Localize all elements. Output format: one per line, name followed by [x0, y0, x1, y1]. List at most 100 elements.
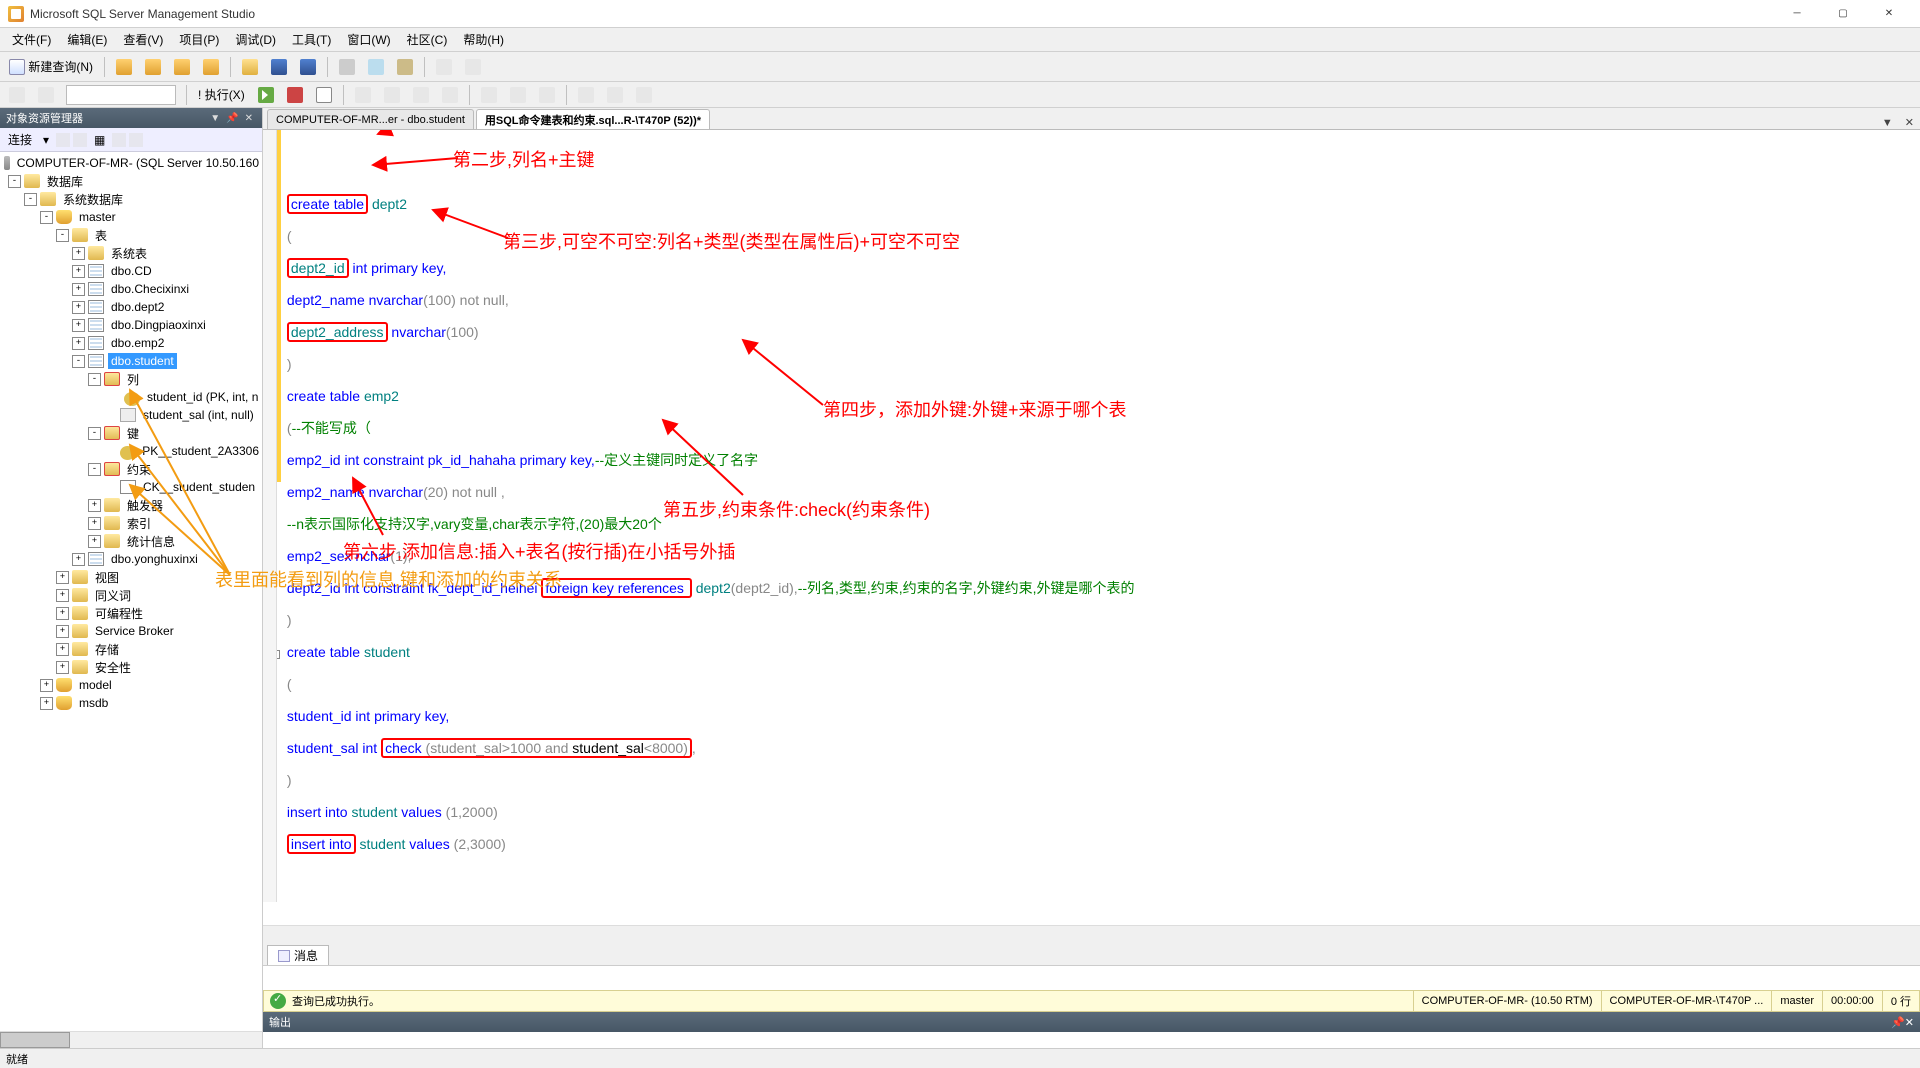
oe-tb-2[interactable]	[73, 133, 87, 147]
menu-help[interactable]: 帮助(H)	[455, 28, 512, 51]
tree-storage[interactable]: +存储	[0, 640, 262, 658]
tree-indexes[interactable]: +索引	[0, 514, 262, 532]
status-time: 00:00:00	[1822, 991, 1882, 1011]
tb2-j[interactable]	[631, 84, 657, 106]
oe-tb-5[interactable]	[129, 133, 143, 147]
connect-button[interactable]: 连接	[4, 129, 36, 150]
tree-checixinxi[interactable]: +dbo.Checixinxi	[0, 280, 262, 298]
tree-master[interactable]: -master	[0, 208, 262, 226]
tabbar-dropdown-icon[interactable]: ▼	[1876, 117, 1899, 129]
tree-cd[interactable]: +dbo.CD	[0, 262, 262, 280]
execute-button[interactable]: ! 执行(X)	[193, 84, 250, 106]
tree-server[interactable]: COMPUTER-OF-MR- (SQL Server 10.50.160	[0, 154, 262, 172]
output-close-icon[interactable]: ✕	[1905, 1016, 1914, 1029]
tree-security[interactable]: +安全性	[0, 658, 262, 676]
tree-systables[interactable]: +系统表	[0, 244, 262, 262]
tree-keys[interactable]: -键	[0, 424, 262, 442]
stop-button[interactable]	[282, 84, 308, 106]
oe-pin-icon[interactable]: 📌	[223, 113, 241, 124]
menu-community[interactable]: 社区(C)	[399, 28, 456, 51]
tb2-a[interactable]	[350, 84, 376, 106]
oe-toolbar: 连接▾ ▦	[0, 128, 262, 152]
menu-window[interactable]: 窗口(W)	[339, 28, 398, 51]
tree-student-sal[interactable]: student_sal (int, null)	[0, 406, 262, 424]
tb-btn-3[interactable]	[169, 56, 195, 78]
debug-button[interactable]	[253, 84, 279, 106]
menu-tools[interactable]: 工具(T)	[284, 28, 339, 51]
tree-dept2[interactable]: +dbo.dept2	[0, 298, 262, 316]
tb-save-button[interactable]	[266, 56, 292, 78]
tb-copy-button[interactable]	[363, 56, 389, 78]
tb2-f[interactable]	[505, 84, 531, 106]
tb2-i[interactable]	[602, 84, 628, 106]
tb-btn-1[interactable]	[111, 56, 137, 78]
tree-model[interactable]: +model	[0, 676, 262, 694]
db-combo[interactable]	[66, 85, 176, 105]
oe-close-icon[interactable]: ✕	[242, 113, 256, 124]
tree-student-id[interactable]: student_id (PK, int, n	[0, 388, 262, 406]
tb2-dim1[interactable]	[4, 84, 30, 106]
tb2-dim2[interactable]	[33, 84, 59, 106]
execute-label: 执行(X)	[205, 86, 245, 103]
tree-student[interactable]: -dbo.student	[0, 352, 262, 370]
tree-sysdb[interactable]: -系统数据库	[0, 190, 262, 208]
tb2-d[interactable]	[437, 84, 463, 106]
parse-button[interactable]	[311, 84, 337, 106]
tree-msdb[interactable]: +msdb	[0, 694, 262, 712]
tree-dingpiao[interactable]: +dbo.Dingpiaoxinxi	[0, 316, 262, 334]
menu-file[interactable]: 文件(F)	[4, 28, 59, 51]
tb2-c[interactable]	[408, 84, 434, 106]
tree-constraints[interactable]: -约束	[0, 460, 262, 478]
tree-views[interactable]: +视图	[0, 568, 262, 586]
tb-btn-2[interactable]	[140, 56, 166, 78]
tree-synonyms[interactable]: +同义词	[0, 586, 262, 604]
tb-cut-button[interactable]	[334, 56, 360, 78]
tab-sql-query[interactable]: 用SQL命令建表和约束.sql...R-\T470P (52))*	[476, 109, 710, 129]
menu-project[interactable]: 项目(P)	[171, 28, 227, 51]
tree-service-broker[interactable]: +Service Broker	[0, 622, 262, 640]
tree-stats[interactable]: +统计信息	[0, 532, 262, 550]
menu-edit[interactable]: 编辑(E)	[59, 28, 115, 51]
code-editor[interactable]: - create table dept2 ( dept2_id int prim…	[263, 130, 1920, 925]
tabbar-close-icon[interactable]: ✕	[1899, 116, 1920, 129]
tb2-e[interactable]	[476, 84, 502, 106]
tree-columns[interactable]: -列	[0, 370, 262, 388]
tree-databases[interactable]: -数据库	[0, 172, 262, 190]
tab-table-designer[interactable]: COMPUTER-OF-MR...er - dbo.student	[267, 109, 474, 129]
oe-tb-4[interactable]	[112, 133, 126, 147]
tree-yonghu[interactable]: +dbo.yonghuxinxi	[0, 550, 262, 568]
minimize-button[interactable]: ─	[1774, 3, 1820, 25]
tb-list-button[interactable]	[460, 56, 486, 78]
close-button[interactable]: ✕	[1866, 3, 1912, 25]
tree-ck-student[interactable]: CK__student_studen	[0, 478, 262, 496]
messages-tab[interactable]: 消息	[267, 945, 329, 965]
menu-view[interactable]: 查看(V)	[115, 28, 171, 51]
new-query-button[interactable]: 新建查询(N)	[4, 56, 98, 78]
tb-open-button[interactable]	[237, 56, 263, 78]
status-ok-text: 查询已成功执行。	[292, 993, 380, 1009]
oe-tb-3[interactable]: ▦	[90, 131, 109, 149]
tb-saveall-button[interactable]	[295, 56, 321, 78]
tree-programmability[interactable]: +可编程性	[0, 604, 262, 622]
tb-activity-button[interactable]	[431, 56, 457, 78]
oe-dropdown-icon[interactable]: ▼	[207, 113, 223, 124]
oe-tree[interactable]: COMPUTER-OF-MR- (SQL Server 10.50.160 -数…	[0, 152, 262, 1031]
main-area: 对象资源管理器 ▼ 📌 ✕ 连接▾ ▦ COMPUTER-OF-MR- (SQL…	[0, 108, 1920, 1048]
connect-drop-icon[interactable]: ▾	[39, 131, 53, 149]
new-query-label: 新建查询(N)	[28, 58, 93, 75]
tree-triggers[interactable]: +触发器	[0, 496, 262, 514]
menu-debug[interactable]: 调试(D)	[227, 28, 284, 51]
output-pin-icon[interactable]: 📌	[1891, 1016, 1905, 1029]
output-body	[263, 1032, 1920, 1048]
tb-paste-button[interactable]	[392, 56, 418, 78]
tree-emp2[interactable]: +dbo.emp2	[0, 334, 262, 352]
tb2-h[interactable]	[573, 84, 599, 106]
tree-pk-student[interactable]: PK__student_2A3306	[0, 442, 262, 460]
tb2-b[interactable]	[379, 84, 405, 106]
maximize-button[interactable]: ▢	[1820, 3, 1866, 25]
editor-hscroll[interactable]	[263, 925, 1920, 942]
tree-tables[interactable]: -表	[0, 226, 262, 244]
tb-btn-4[interactable]	[198, 56, 224, 78]
tb2-g[interactable]	[534, 84, 560, 106]
oe-tb-1[interactable]	[56, 133, 70, 147]
